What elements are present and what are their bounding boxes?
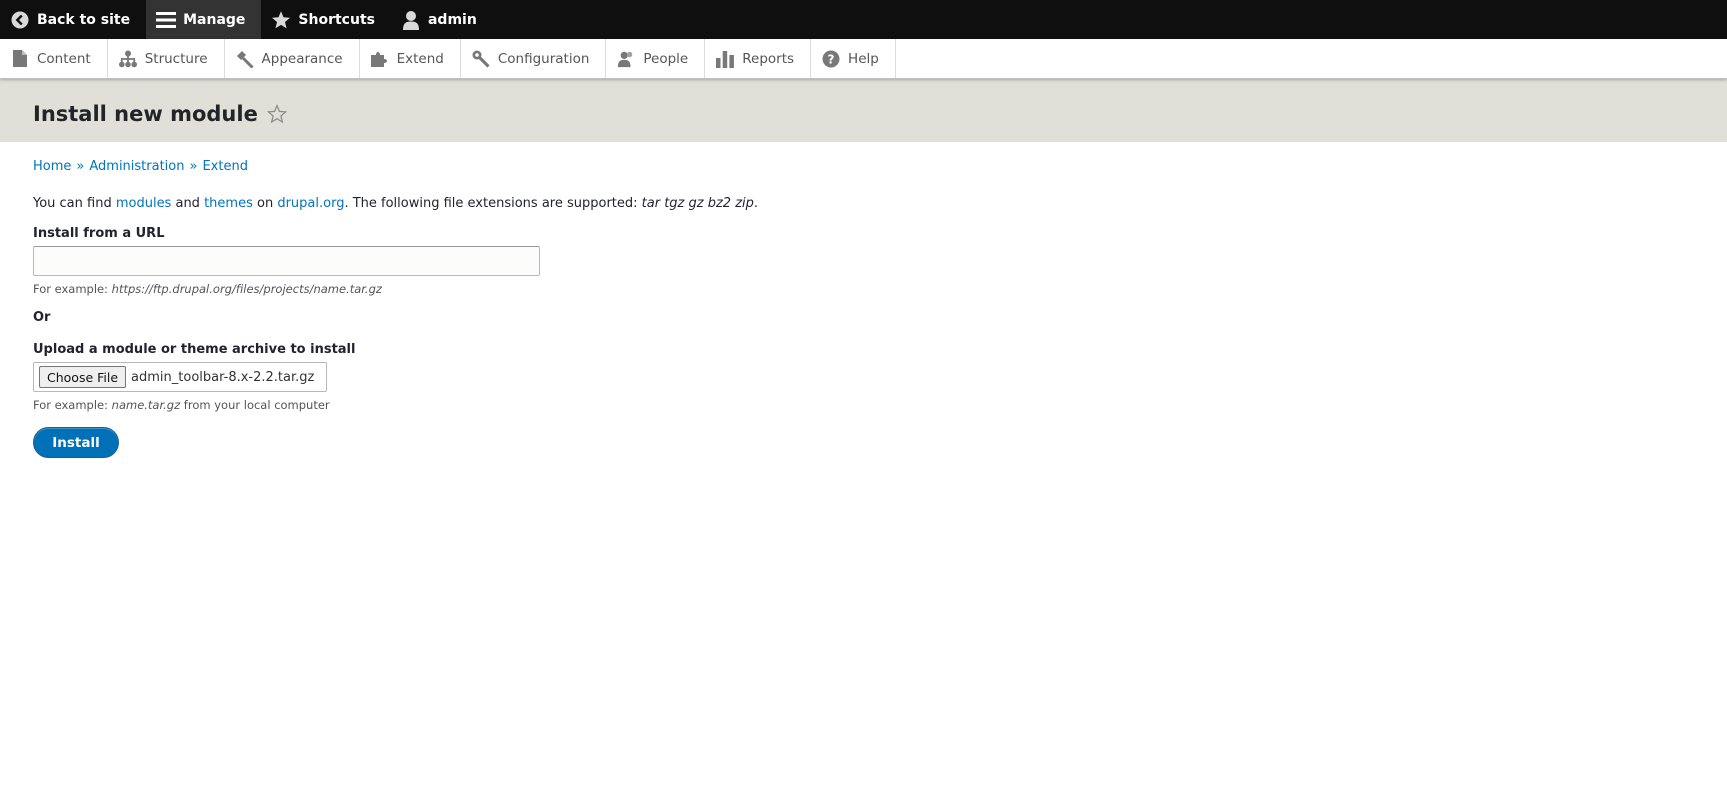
help-text-on: on	[252, 196, 278, 211]
tray-item-structure[interactable]: Structure	[108, 39, 225, 78]
tray-item-help[interactable]: ? Help	[811, 39, 896, 78]
back-arrow-icon	[10, 10, 30, 30]
tray-item-label: People	[643, 50, 689, 67]
tray-item-label: Appearance	[261, 50, 343, 67]
help-icon: ?	[822, 50, 840, 68]
page-title: Install new module	[33, 101, 258, 126]
help-text-and: and	[171, 196, 205, 211]
breadcrumb-separator: »	[76, 159, 85, 174]
manage-tray: Content Structure Appearance Extend Conf…	[0, 39, 1727, 79]
choose-file-button[interactable]: Choose File	[39, 366, 127, 388]
user-label: admin	[427, 11, 477, 28]
shortcuts-tab[interactable]: Shortcuts	[261, 0, 391, 39]
upload-field-description: For example: name.tar.gz from your local…	[33, 398, 1694, 412]
tray-item-label: Reports	[742, 50, 795, 67]
tray-item-label: Help	[848, 50, 879, 67]
selected-file-name: admin_toolbar-8.x-2.2.tar.gz	[131, 369, 315, 385]
tray-item-configuration[interactable]: Configuration	[461, 39, 607, 78]
hamburger-icon	[156, 10, 177, 30]
upload-desc-example: name.tar.gz	[111, 398, 181, 412]
drupal-org-link[interactable]: drupal.org	[277, 196, 344, 211]
tray-item-reports[interactable]: Reports	[705, 39, 812, 78]
people-icon	[617, 50, 635, 68]
wrench-icon	[472, 50, 490, 68]
upload-desc-prefix: For example:	[33, 398, 112, 412]
url-desc-example: https://ftp.drupal.org/files/projects/na…	[111, 282, 382, 296]
back-to-site-label: Back to site	[37, 11, 131, 28]
breadcrumb-home-link[interactable]: Home	[33, 159, 71, 174]
breadcrumb-administration-link[interactable]: Administration	[89, 159, 184, 174]
paintbrush-icon	[236, 50, 254, 68]
bar-chart-icon	[716, 50, 735, 68]
shortcuts-label: Shortcuts	[298, 11, 375, 28]
upload-desc-suffix: from your local computer	[180, 398, 330, 412]
tray-item-label: Extend	[396, 50, 444, 67]
help-text-end: .	[753, 196, 759, 211]
user-tab[interactable]: admin	[391, 0, 493, 39]
help-text-prefix: You can find	[33, 196, 116, 211]
admin-toolbar: Back to site Manage Shortcuts admin	[0, 0, 1727, 39]
sitemap-icon	[118, 50, 137, 68]
breadcrumb-separator: »	[189, 159, 198, 174]
manage-tab[interactable]: Manage	[146, 0, 262, 39]
tray-item-label: Configuration	[497, 50, 590, 67]
install-button[interactable]: Install	[33, 427, 119, 458]
file-upload-field[interactable]: Choose File admin_toolbar-8.x-2.2.tar.gz	[33, 362, 327, 392]
user-icon	[401, 10, 421, 30]
tray-item-label: Structure	[144, 50, 208, 67]
main-content: Home » Administration » Extend You can find …	[0, 159, 1727, 458]
upload-field-label: Upload a module or theme archive to inst…	[33, 342, 356, 357]
manage-label: Manage	[183, 11, 246, 28]
url-desc-prefix: For example:	[33, 282, 112, 296]
file-icon	[11, 50, 29, 68]
or-separator: Or	[33, 310, 51, 325]
url-field-description: For example: https://ftp.drupal.org/file…	[33, 282, 1694, 296]
modules-link[interactable]: modules	[116, 196, 172, 211]
back-to-site-link[interactable]: Back to site	[0, 0, 146, 39]
themes-link[interactable]: themes	[204, 196, 253, 211]
tray-item-extend[interactable]: Extend	[360, 39, 461, 78]
help-text: You can find modules and themes on drupa…	[33, 196, 1694, 211]
star-icon	[271, 10, 291, 30]
tray-item-label: Content	[37, 50, 91, 67]
breadcrumb: Home » Administration » Extend	[33, 159, 1694, 174]
supported-extensions: tar tgz gz bz2 zip	[641, 196, 754, 211]
add-shortcut-star-icon[interactable]	[266, 103, 287, 124]
svg-text:?: ?	[828, 52, 835, 66]
tray-item-content[interactable]: Content	[0, 39, 108, 78]
install-url-input[interactable]	[33, 246, 540, 276]
puzzle-icon	[370, 50, 389, 68]
breadcrumb-extend-link[interactable]: Extend	[202, 159, 248, 174]
url-field-label: Install from a URL	[33, 226, 165, 241]
tray-item-people[interactable]: People	[606, 39, 706, 78]
help-text-suffix: . The following file extensions are supp…	[344, 196, 642, 211]
page-header: Install new module	[0, 79, 1727, 142]
tray-item-appearance[interactable]: Appearance	[225, 39, 360, 78]
